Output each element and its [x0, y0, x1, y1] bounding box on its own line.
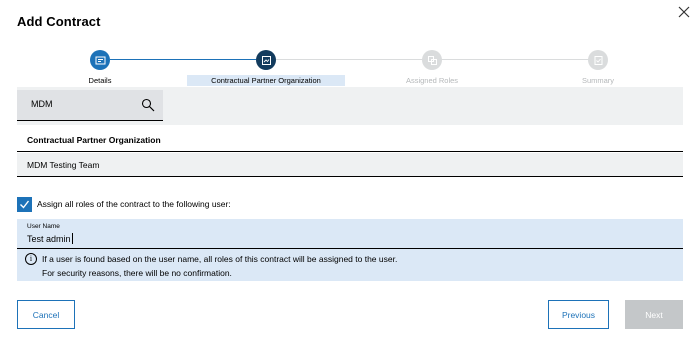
- organization-step-icon: [256, 50, 276, 70]
- user-name-label: User Name: [27, 223, 60, 230]
- step-details[interactable]: Details: [15, 48, 185, 88]
- step-label: Assigned Roles: [405, 76, 459, 85]
- step-contractual-partner[interactable]: Contractual Partner Organization: [181, 48, 351, 88]
- details-step-icon: [90, 50, 110, 70]
- info-text-line1: If a user is found based on the user nam…: [42, 254, 398, 264]
- search-band: MDM: [17, 87, 683, 125]
- step-assigned-roles[interactable]: Assigned Roles: [347, 48, 517, 88]
- step-label: Summary: [581, 76, 615, 85]
- search-input[interactable]: MDM: [17, 90, 163, 121]
- roles-step-icon: [422, 50, 442, 70]
- step-summary[interactable]: Summary: [513, 48, 683, 88]
- check-icon: [20, 200, 30, 209]
- user-name-field[interactable]: User Name Test admin: [17, 219, 683, 249]
- cancel-button[interactable]: Cancel: [17, 300, 75, 329]
- progress-stepper: Details Contractual Partner Organization…: [0, 48, 700, 86]
- info-icon: i: [25, 253, 37, 265]
- step-label: Contractual Partner Organization: [187, 75, 345, 86]
- previous-button[interactable]: Previous: [548, 300, 609, 329]
- next-button[interactable]: Next: [625, 300, 683, 329]
- text-caret: [71, 233, 73, 244]
- info-notice: i If a user is found based on the user n…: [17, 249, 683, 281]
- close-icon[interactable]: [676, 4, 692, 20]
- info-text-line2: For security reasons, there will be no c…: [42, 268, 232, 278]
- summary-step-icon: [588, 50, 608, 70]
- step-label: Details: [88, 76, 112, 85]
- assign-roles-label: Assign all roles of the contract to the …: [37, 199, 231, 209]
- organization-row[interactable]: MDM Testing Team: [17, 153, 683, 177]
- search-icon[interactable]: [141, 98, 155, 112]
- dialog-title: Add Contract: [17, 14, 101, 29]
- search-value: MDM: [31, 99, 53, 109]
- assign-roles-checkbox[interactable]: [17, 197, 32, 212]
- section-heading: Contractual Partner Organization: [17, 128, 683, 152]
- user-name-value: Test admin: [27, 233, 73, 244]
